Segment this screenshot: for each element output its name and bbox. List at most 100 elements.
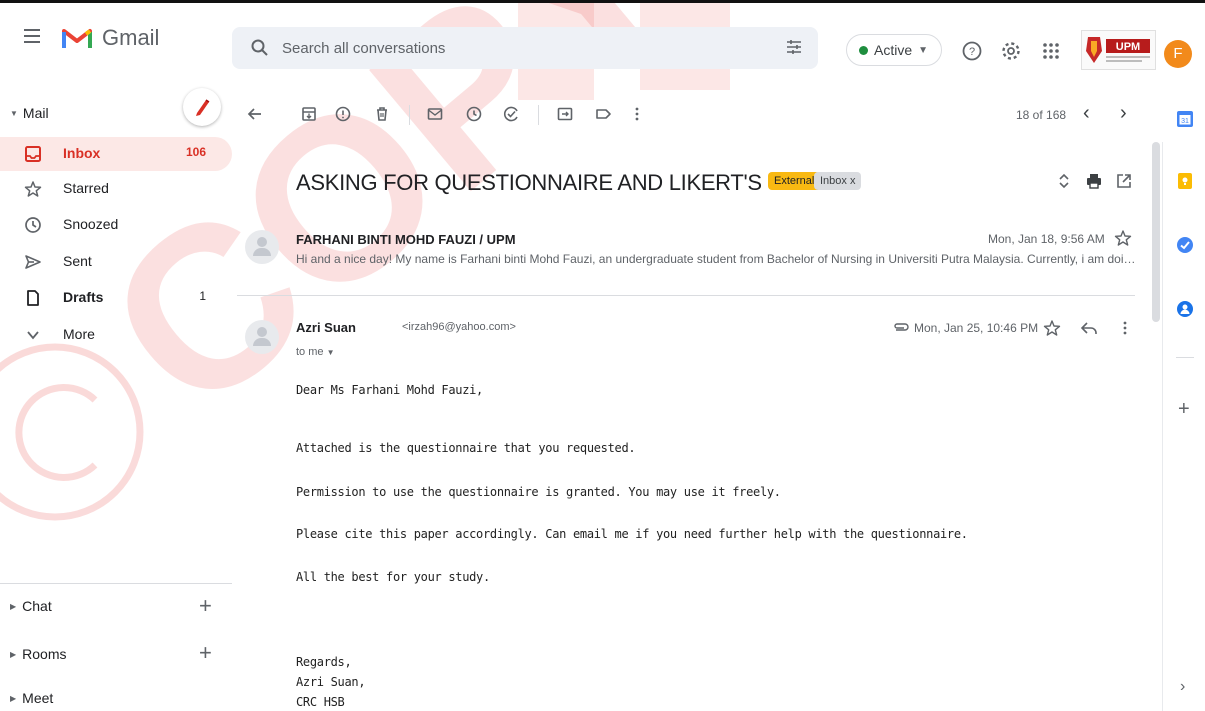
message-date: Mon, Jan 18, 9:56 AM [988,232,1105,246]
more-options-icon[interactable] [628,105,646,123]
message-snippet[interactable]: Hi and a nice day! My name is Farhani bi… [296,252,1136,266]
compose-button[interactable] [183,88,221,126]
expand-triangle-icon: ▶ [10,602,17,611]
compose-pencil-icon [196,99,210,116]
clock-icon [25,217,41,233]
back-arrow-icon[interactable] [246,105,264,123]
app-name: Gmail [102,25,160,50]
sidebar-section-chat[interactable]: ▶ Chat [10,598,52,614]
top-bar: Gmail Search all conversations Active ▼ … [0,0,1205,72]
draft-count: 1 [199,289,206,303]
calendar-icon[interactable]: 31 [1176,110,1194,128]
report-spam-icon[interactable] [334,105,352,123]
tasks-icon[interactable] [1176,236,1194,254]
contacts-icon[interactable] [1176,300,1194,318]
account-avatar[interactable]: F [1164,40,1192,68]
delete-trash-icon[interactable] [373,105,391,123]
sidebar-section-meet[interactable]: ▶ Meet [10,690,53,706]
reply-icon[interactable] [1080,319,1098,337]
star-icon[interactable] [1114,229,1132,247]
search-options-icon[interactable] [784,37,804,57]
caret-down-icon: ▼ [918,44,929,56]
upm-crest-icon: UPM [1086,37,1150,63]
body-line: Regards, [296,655,352,669]
new-room-icon[interactable]: + [199,640,212,666]
move-to-icon[interactable] [556,105,574,123]
sidebar-item-label: Sent [63,253,92,269]
settings-gear-icon[interactable] [1000,40,1022,62]
sidebar-section-rooms[interactable]: ▶ Rooms [10,646,67,662]
toolbar-divider [538,105,539,125]
archive-icon[interactable] [300,105,318,123]
nav-divider [0,583,232,584]
sidebar-item-label: Inbox [63,145,101,161]
reading-pane-scrollbar[interactable] [1152,142,1160,322]
sidebar-item-label: Starred [63,180,109,196]
keep-notes-icon[interactable] [1176,172,1194,190]
expand-all-icon[interactable] [1056,172,1072,190]
sidebar-item-label: Snoozed [63,216,119,232]
mail-label: Mail [22,105,49,121]
print-icon[interactable] [1085,172,1103,190]
external-badge: External [768,172,821,190]
sidebar-item-starred[interactable]: Starred [0,172,232,206]
organization-logo[interactable]: UPM [1081,30,1156,70]
search-icon[interactable] [250,38,270,58]
thread-subject: ASKING FOR QUESTIONNAIRE AND LIKERT'S SC… [296,170,839,195]
sidebar-item-snoozed[interactable]: Snoozed [0,208,232,242]
help-icon[interactable]: ? [961,40,983,62]
side-panel-separator [1176,357,1194,358]
sender-name-row: Azri Suan [296,320,356,335]
star-icon[interactable] [1043,319,1061,337]
body-line: Dear Ms Farhani Mohd Fauzi, [296,383,483,397]
inbox-label-chip[interactable]: Inbox x [814,172,862,190]
sender-email: <irzah96@yahoo.com> [402,321,516,333]
inbox-icon [25,146,41,162]
older-chevron-right-icon[interactable]: › [1120,102,1127,125]
send-icon [25,255,41,269]
recipient-label: to me [296,346,324,358]
new-chat-icon[interactable]: + [199,593,212,619]
chevron-down-icon [27,331,39,340]
get-addons-plus-icon[interactable]: + [1178,398,1190,421]
sender-name: FARHANI BINTI MOHD FAUZI / UPM [296,232,516,247]
mark-unread-icon[interactable] [426,105,444,123]
snooze-clock-icon[interactable] [465,105,483,123]
sidebar-item-sent[interactable]: Sent [0,245,232,279]
apps-grid-icon[interactable] [1040,40,1062,62]
recipients-toggle[interactable]: to me ▼ [296,346,335,358]
body-line: Azri Suan, [296,675,366,689]
star-icon [24,181,42,197]
add-task-icon[interactable] [502,105,520,123]
caret-down-icon: ▼ [326,348,335,357]
search-bar[interactable]: Search all conversations [232,27,818,69]
sidebar-item-drafts[interactable]: Drafts 1 [0,281,232,315]
message-divider [237,295,1135,296]
sidebar-item-label: More [63,326,95,342]
body-line: All the best for your study. [296,570,490,584]
message-date: Mon, Jan 25, 10:46 PM [914,321,1039,335]
label-tag-icon[interactable] [594,105,612,123]
side-panel-divider [1162,142,1163,711]
open-new-window-icon[interactable] [1115,172,1133,190]
body-line: Permission to use the questionnaire is g… [296,485,781,499]
status-selector[interactable]: Active ▼ [846,34,942,66]
unread-count: 106 [185,145,206,159]
main-menu-icon[interactable] [24,29,40,43]
more-vert-icon[interactable] [1116,319,1134,337]
sidebar-item-label: Drafts [63,289,104,305]
sender-avatar [245,230,279,264]
search-input[interactable]: Search all conversations [282,40,445,57]
body-line: Attached is the questionnaire that you r… [296,441,636,455]
svg-text:31: 31 [1181,118,1189,125]
newer-chevron-left-icon[interactable]: ‹ [1083,102,1090,125]
status-dot-icon [859,45,868,55]
mail-section-header[interactable]: ▼ Mail [10,105,49,121]
sidebar-item-inbox[interactable]: Inbox 106 [0,137,232,171]
expand-triangle-icon: ▶ [10,694,17,703]
sidebar-item-more[interactable]: More [0,318,232,352]
attachment-icon [894,323,909,331]
gmail-logo[interactable]: Gmail [62,25,159,51]
svg-text:UPM: UPM [1116,41,1140,53]
show-side-panel-chevron-icon[interactable]: › [1180,678,1185,696]
